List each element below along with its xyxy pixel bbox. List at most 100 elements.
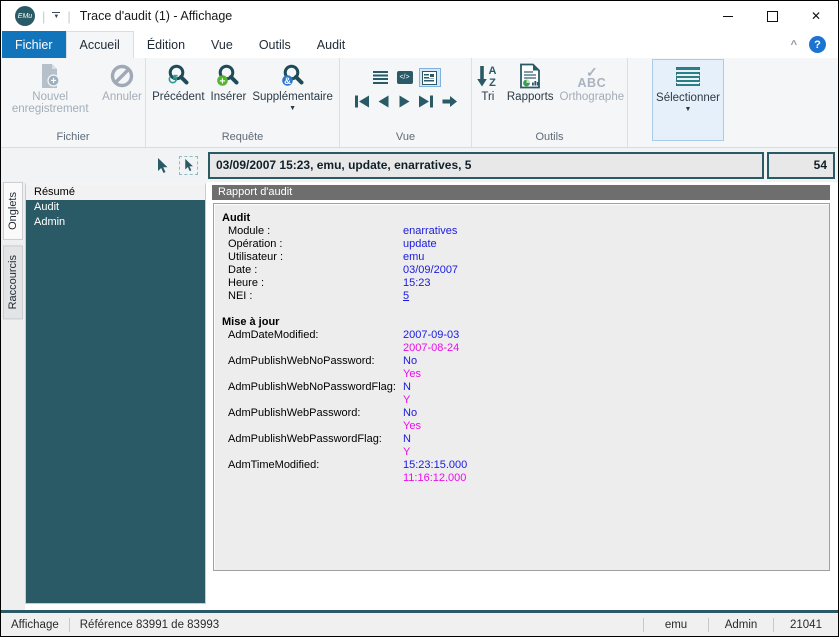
report-field-label: AdmDateModified: xyxy=(228,329,319,341)
svg-text:Z: Z xyxy=(489,77,496,89)
report-body: Audit Module : enarratives Opération : updat… xyxy=(222,212,829,485)
goto-record-button[interactable] xyxy=(441,94,458,109)
last-record-button[interactable] xyxy=(418,94,435,109)
spelling-icon: ✓ ABC xyxy=(577,64,607,90)
report-field-label: NEI : xyxy=(228,290,253,302)
report-field-label: Module : xyxy=(228,225,271,237)
record-summary-bar[interactable]: 03/09/2007 15:23, emu, update, enarrativ… xyxy=(208,151,764,179)
select-icon xyxy=(676,67,700,86)
report-field-row: Date : 03/09/2007 xyxy=(222,264,829,277)
emu-logo-icon: EMu xyxy=(15,6,35,26)
report-field-label: AdmPublishWebPasswordFlag: xyxy=(228,433,382,445)
pointer-cursor-icon[interactable] xyxy=(154,157,170,174)
tab-vue[interactable]: Vue xyxy=(198,31,246,58)
reports-icon xyxy=(520,63,541,89)
report-field-values: No Yes xyxy=(403,407,421,433)
report-field-row: AdmPublishWebPassword: No Yes xyxy=(222,407,829,433)
report-field-row: AdmPublishWebPasswordFlag: N Y xyxy=(222,433,829,459)
select-pointer-icon[interactable] xyxy=(179,155,198,175)
list-view-icon xyxy=(373,71,388,84)
report-field-values: 15:23:15.000 11:16:12.000 xyxy=(403,459,467,485)
rail-tab-raccourcis[interactable]: Raccourcis xyxy=(3,244,23,320)
report-field-row: AdmPublishWebNoPasswordFlag: N Y xyxy=(222,381,829,407)
maximize-button[interactable] xyxy=(750,1,794,31)
tab-fichier[interactable]: Fichier xyxy=(2,31,66,58)
new-record-button[interactable]: + Nouvel enregistrement xyxy=(1,61,99,117)
spelling-button[interactable]: ✓ ABC Orthographe xyxy=(557,61,628,105)
report-field-label: AdmPublishWebPassword: xyxy=(228,407,361,419)
report-field-value: emu xyxy=(403,251,425,263)
insert-query-icon: + xyxy=(217,64,239,87)
report-panel: Audit Module : enarratives Opération : updat… xyxy=(213,203,830,571)
svg-text:+: + xyxy=(51,76,57,87)
group-label-query: Requête xyxy=(221,131,264,143)
first-record-button[interactable] xyxy=(353,94,370,109)
collapse-ribbon-icon[interactable]: ^ xyxy=(791,39,797,51)
rail-tab-onglets[interactable]: Onglets xyxy=(3,182,23,240)
report-section: Mise à jour AdmDateModified: 2007-09-03 200… xyxy=(222,316,829,485)
details-view-button[interactable] xyxy=(418,68,441,87)
record-count-box[interactable]: 54 xyxy=(767,151,835,179)
next-record-button[interactable] xyxy=(397,94,412,109)
group-label-tools: Outils xyxy=(535,131,564,143)
report-field-label: Date : xyxy=(228,264,258,276)
main-panel: Rapport d'audit Audit Module : enarratives… xyxy=(206,182,838,610)
report-field-values: update xyxy=(403,238,437,251)
report-field-values: enarratives xyxy=(403,225,457,238)
minimize-button[interactable] xyxy=(706,1,750,31)
sidebar-item-resume[interactable]: Résumé xyxy=(26,185,205,200)
additional-query-button[interactable]: & Supplémentaire ▼ xyxy=(249,61,336,114)
additional-dropdown-caret: ▼ xyxy=(289,105,297,112)
report-field-value: 2007-08-24 xyxy=(403,342,460,354)
list-view-button[interactable] xyxy=(371,69,391,86)
status-left: Affichage Référence 83991 de 83993 xyxy=(1,613,229,636)
report-header: Rapport d'audit xyxy=(212,185,830,200)
report-field-row: Heure : 15:23 xyxy=(222,277,829,290)
tab-accueil[interactable]: Accueil xyxy=(65,31,134,58)
report-field-value: enarratives xyxy=(403,225,458,237)
quick-access-dropdown-icon[interactable]: ▼ xyxy=(52,12,61,20)
tab-audit[interactable]: Audit xyxy=(304,31,359,58)
report-field-value: Y xyxy=(403,394,411,406)
report-field-values: emu xyxy=(403,251,424,264)
close-button[interactable]: ✕ xyxy=(794,1,838,31)
select-dropdown-caret: ▼ xyxy=(684,106,692,113)
report-field-value: 15:23 xyxy=(403,277,431,289)
code-view-button[interactable]: </> xyxy=(395,69,415,86)
report-field-value[interactable]: 5 xyxy=(403,290,409,303)
report-field-value: No xyxy=(403,355,418,367)
insert-query-button[interactable]: + Insérer xyxy=(208,61,250,105)
sort-button[interactable]: A Z Tri xyxy=(472,61,504,105)
svg-text:+: + xyxy=(220,75,226,87)
cancel-button[interactable]: Annuler xyxy=(99,61,145,105)
ribbon-group-query: ↺ Précédent + Insérer & Supplémentaire ▼… xyxy=(146,58,340,147)
sidebar-item-audit[interactable]: Audit xyxy=(26,200,205,215)
ribbon-group-file: + Nouvel enregistrement Annuler Fichier xyxy=(1,58,146,147)
report-field-label: Opération : xyxy=(228,238,283,250)
window-title: Trace d'audit (1) - Affichage xyxy=(79,9,233,23)
report-field-value: N xyxy=(403,433,411,445)
tab-edition[interactable]: Édition xyxy=(134,31,198,58)
report-field-values: 03/09/2007 xyxy=(403,264,458,277)
help-icon[interactable]: ? xyxy=(809,36,826,53)
report-field-label: Utilisateur : xyxy=(228,251,284,263)
ribbon-group-view: </> Vue xyxy=(340,58,472,147)
report-field-values: 5 xyxy=(403,290,409,303)
previous-query-icon: ↺ xyxy=(168,64,189,87)
sort-icon: A Z xyxy=(477,65,496,89)
report-field-label: AdmPublishWebNoPasswordFlag: xyxy=(228,381,396,393)
titlebar-separator: | xyxy=(42,8,46,24)
previous-record-button[interactable] xyxy=(376,94,391,109)
status-cell: 21041 xyxy=(790,618,822,631)
select-button[interactable]: Sélectionner ▼ xyxy=(652,59,724,141)
report-field-label: Heure : xyxy=(228,277,265,289)
sidebar-item-admin[interactable]: Admin xyxy=(26,215,205,230)
report-field-row: AdmDateModified: 2007-09-03 2007-08-24 xyxy=(222,329,829,355)
tab-outils[interactable]: Outils xyxy=(246,31,304,58)
report-field-values: 15:23 xyxy=(403,277,431,290)
previous-query-button[interactable]: ↺ Précédent xyxy=(149,61,207,105)
code-view-icon: </> xyxy=(396,71,413,84)
reports-button[interactable]: Rapports xyxy=(504,61,557,105)
record-summary-row: 03/09/2007 15:23, emu, update, enarrativ… xyxy=(1,148,838,182)
title-bar: EMu | ▼ | Trace d'audit (1) - Affichage … xyxy=(1,1,838,31)
